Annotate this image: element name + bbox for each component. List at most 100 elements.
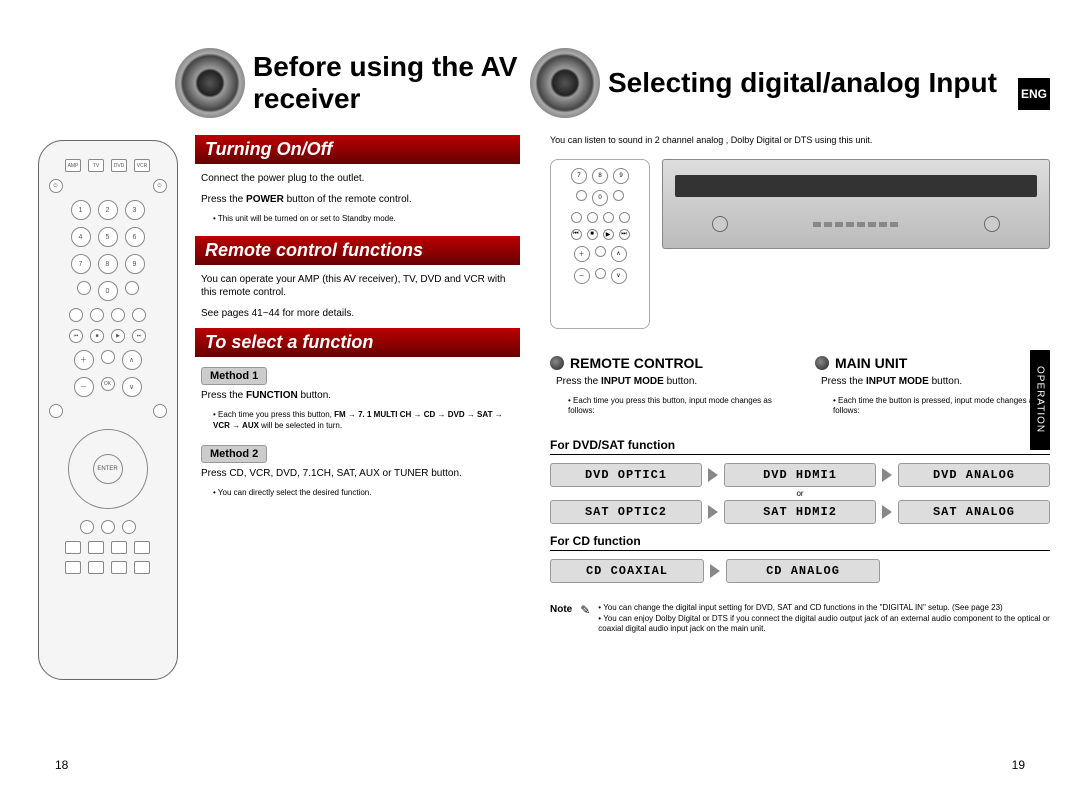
remote-ch-dn: ∨ xyxy=(122,377,142,397)
remote-bot-3 xyxy=(111,541,127,554)
remote-bot-1 xyxy=(65,541,81,554)
lcd-sat-hdmi2: SAT HDMI2 xyxy=(724,500,876,524)
remote-mode-vcr: VCR xyxy=(134,159,150,172)
remote-next: ⏭ xyxy=(132,329,146,343)
s2-p2: See pages 41~44 for more details. xyxy=(201,307,514,320)
note-1: You can change the digital input setting… xyxy=(598,603,1050,613)
mini-a xyxy=(571,212,582,223)
right-title: Selecting digital/analog Input xyxy=(608,67,997,99)
speaker-icon xyxy=(175,48,245,118)
remote-num-6: 6 xyxy=(125,227,145,247)
m1-p: Press the FUNCTION button. xyxy=(201,389,514,402)
mini-input xyxy=(613,190,624,201)
power-icon: ⏻ xyxy=(49,179,63,193)
lcd-sat-optic2: SAT OPTIC2 xyxy=(550,500,702,524)
dot-icon xyxy=(815,356,829,370)
dvdsat-heading: For DVD/SAT function xyxy=(550,438,1050,455)
remote-tuner-mem xyxy=(122,520,136,534)
unit-lcd xyxy=(675,175,1037,197)
s1-p1: Connect the power plug to the outlet. xyxy=(201,172,514,185)
method2-badge: Method 2 xyxy=(201,445,267,463)
mini-ok xyxy=(595,268,606,279)
remote-num-8: 8 xyxy=(98,254,118,274)
lcd-sat-analog: SAT ANALOG xyxy=(898,500,1050,524)
remote-bot-2 xyxy=(88,541,104,554)
rc-bullet: Each time you press this button, input m… xyxy=(568,396,779,417)
remote-disc xyxy=(101,520,115,534)
remote-num-3: 3 xyxy=(125,200,145,220)
remote-prev: ⏮ xyxy=(69,329,83,343)
mini-remote-illustration: 789 0 ⏮■▶⏭ ＋∧ －∨ xyxy=(550,159,650,329)
or-label: or xyxy=(550,489,1050,498)
mini-c xyxy=(603,212,614,223)
rc-p: Press the INPUT MODE button. xyxy=(556,375,779,388)
mini-ch-dn: ∨ xyxy=(611,268,627,284)
remote-ch-up: ∧ xyxy=(122,350,142,370)
remote-stop: ■ xyxy=(90,329,104,343)
remote-mode-tv: TV xyxy=(88,159,104,172)
dvdsat-row1: DVD OPTIC1 DVD HDMI1 DVD ANALOG xyxy=(550,463,1050,487)
mini-prev: ⏮ xyxy=(571,229,582,240)
lcd-dvd-analog: DVD ANALOG xyxy=(898,463,1050,487)
unit-knob-left xyxy=(712,216,728,232)
mini-sleep xyxy=(576,190,587,201)
remote-mode-dvd: DVD xyxy=(111,159,127,172)
arrow-icon xyxy=(882,505,892,519)
remote-control-subheading: REMOTE CONTROL xyxy=(550,355,785,371)
remote-exes xyxy=(69,308,83,322)
dot-icon xyxy=(550,356,564,370)
remote-mode-amp: AMP xyxy=(65,159,81,172)
section-select-function: To select a function xyxy=(195,328,520,357)
mini-vol-dn: － xyxy=(574,268,590,284)
remote-vol-dn: － xyxy=(74,377,94,397)
remote-input-mode xyxy=(125,281,139,295)
m2-p: Press CD, VCR, DVD, 7.1CH, SAT, AUX or T… xyxy=(201,467,514,480)
remote-control-illustration: AMP TV DVD VCR ⏻ ⏻ 1 2 3 4 5 6 7 xyxy=(38,140,178,680)
mini-next: ⏭ xyxy=(619,229,630,240)
page-number-left: 18 xyxy=(55,758,68,772)
cd-row: CD COAXIAL CD ANALOG xyxy=(550,559,880,583)
left-title: Before using the AV receiver xyxy=(253,51,520,115)
lcd-dvd-optic1: DVD OPTIC1 xyxy=(550,463,702,487)
arrow-icon xyxy=(708,505,718,519)
m2-bullet: You can directly select the desired func… xyxy=(213,488,514,498)
note-label: Note xyxy=(550,603,572,634)
remote-num-4: 4 xyxy=(71,227,91,247)
s1-p2: Press the POWER button of the remote con… xyxy=(201,193,514,206)
lcd-cd-coaxial: CD COAXIAL xyxy=(550,559,704,583)
method1-badge: Method 1 xyxy=(201,367,267,385)
unit-knob-right xyxy=(984,216,1000,232)
remote-bot-6 xyxy=(88,561,104,574)
remote-num-2: 2 xyxy=(98,200,118,220)
right-column: Selecting digital/analog Input You can l… xyxy=(540,40,1050,760)
mu-p: Press the INPUT MODE button. xyxy=(821,375,1044,388)
remote-num-1: 1 xyxy=(71,200,91,220)
m1-bullet: Each time you press this button, FM → 7.… xyxy=(213,410,514,431)
remote-menu xyxy=(49,404,63,418)
section-turning-on-off: Turning On/Off xyxy=(195,135,520,164)
remote-sleep xyxy=(77,281,91,295)
cd-heading: For CD function xyxy=(550,534,1050,551)
mu-bullet: Each time the button is pressed, input m… xyxy=(833,396,1044,417)
remote-vol-up: ＋ xyxy=(74,350,94,370)
subsection-row: REMOTE CONTROL Press the INPUT MODE butt… xyxy=(550,347,1050,429)
dvdsat-row2: SAT OPTIC2 SAT HDMI2 SAT ANALOG xyxy=(550,500,1050,524)
remote-bot-5 xyxy=(65,561,81,574)
main-unit-illustration xyxy=(662,159,1050,249)
arrow-icon xyxy=(708,468,718,482)
remote-ok: OK xyxy=(101,377,115,391)
pencil-icon: ✎ xyxy=(580,603,590,634)
mini-play: ▶ xyxy=(603,229,614,240)
right-header: Selecting digital/analog Input xyxy=(550,40,1050,125)
mini-mute xyxy=(595,246,606,257)
remote-num-9: 9 xyxy=(125,254,145,274)
remote-night xyxy=(132,308,146,322)
remote-num-0: 0 xyxy=(98,281,118,301)
remote-info xyxy=(80,520,94,534)
note-block: Note ✎ You can change the digital input … xyxy=(550,603,1050,634)
mini-stop: ■ xyxy=(587,229,598,240)
right-intro: You can listen to sound in 2 channel ana… xyxy=(550,135,1050,147)
s2-p1: You can operate your AMP (this AV receiv… xyxy=(201,273,514,299)
mini-7: 7 xyxy=(571,168,587,184)
remote-num-7: 7 xyxy=(71,254,91,274)
